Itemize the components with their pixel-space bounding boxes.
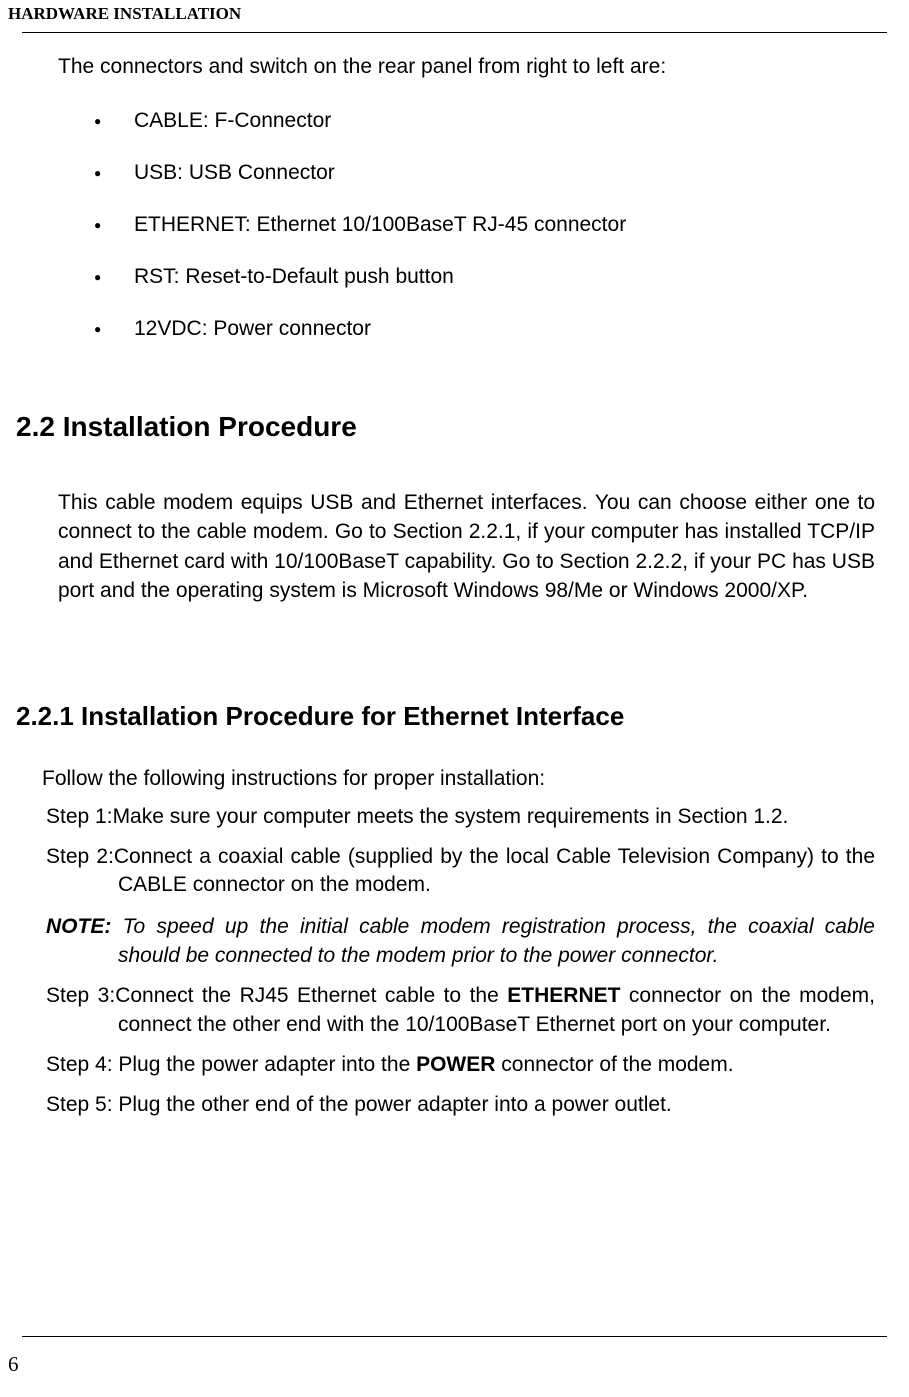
list-item: RST: Reset-to-Default push button [94,265,875,289]
note-block: NOTE: To speed up the initial cable mode… [46,912,875,971]
step-3: Step 3:Connect the RJ45 Ethernet cable t… [46,982,875,1039]
connector-list: CABLE: F-Connector USB: USB Connector ET… [94,109,875,341]
section-2-2-heading: 2.2 Installation Procedure [16,411,875,443]
step-5: Step 5: Plug the other end of the power … [46,1091,875,1119]
step-text: Make sure your computer meets the system… [113,805,789,828]
step-text: Connect a coaxial cable (supplied by the… [114,845,875,896]
step-text-a: Step 4: Plug the power adapter into the [46,1053,416,1076]
step-1: Step 1:Make sure your computer meets the… [46,803,875,831]
note-label: NOTE: [46,915,111,938]
power-bold: POWER [416,1053,495,1076]
intro-text: The connectors and switch on the rear pa… [58,55,875,79]
section-2-2-body: This cable modem equips USB and Ethernet… [58,488,875,606]
list-item: USB: USB Connector [94,161,875,185]
page-number: 6 [8,1352,19,1377]
step-text-b: connector of the modem. [495,1053,733,1076]
step-prefix: Step 2: [46,845,114,868]
step-prefix: Step 3: [46,984,115,1007]
follow-instructions-text: Follow the following instructions for pr… [42,767,875,791]
list-item: CABLE: F-Connector [94,109,875,133]
header-divider [22,32,887,33]
footer-divider [22,1336,887,1337]
step-2: Step 2:Connect a coaxial cable (supplied… [46,843,875,900]
step-text-a: Connect the RJ45 Ethernet cable to the [115,984,507,1007]
content-area: The connectors and switch on the rear pa… [0,55,909,1120]
page-header-title: HARDWARE INSTALLATION [8,4,909,24]
list-item: 12VDC: Power connector [94,317,875,341]
list-item: ETHERNET: Ethernet 10/100BaseT RJ-45 con… [94,213,875,237]
step-4: Step 4: Plug the power adapter into the … [46,1051,875,1079]
ethernet-bold: ETHERNET [507,984,620,1007]
step-prefix: Step 1: [46,805,113,828]
note-text: To speed up the initial cable modem regi… [111,915,875,967]
section-2-2-1-heading: 2.2.1 Installation Procedure for Etherne… [16,701,875,732]
